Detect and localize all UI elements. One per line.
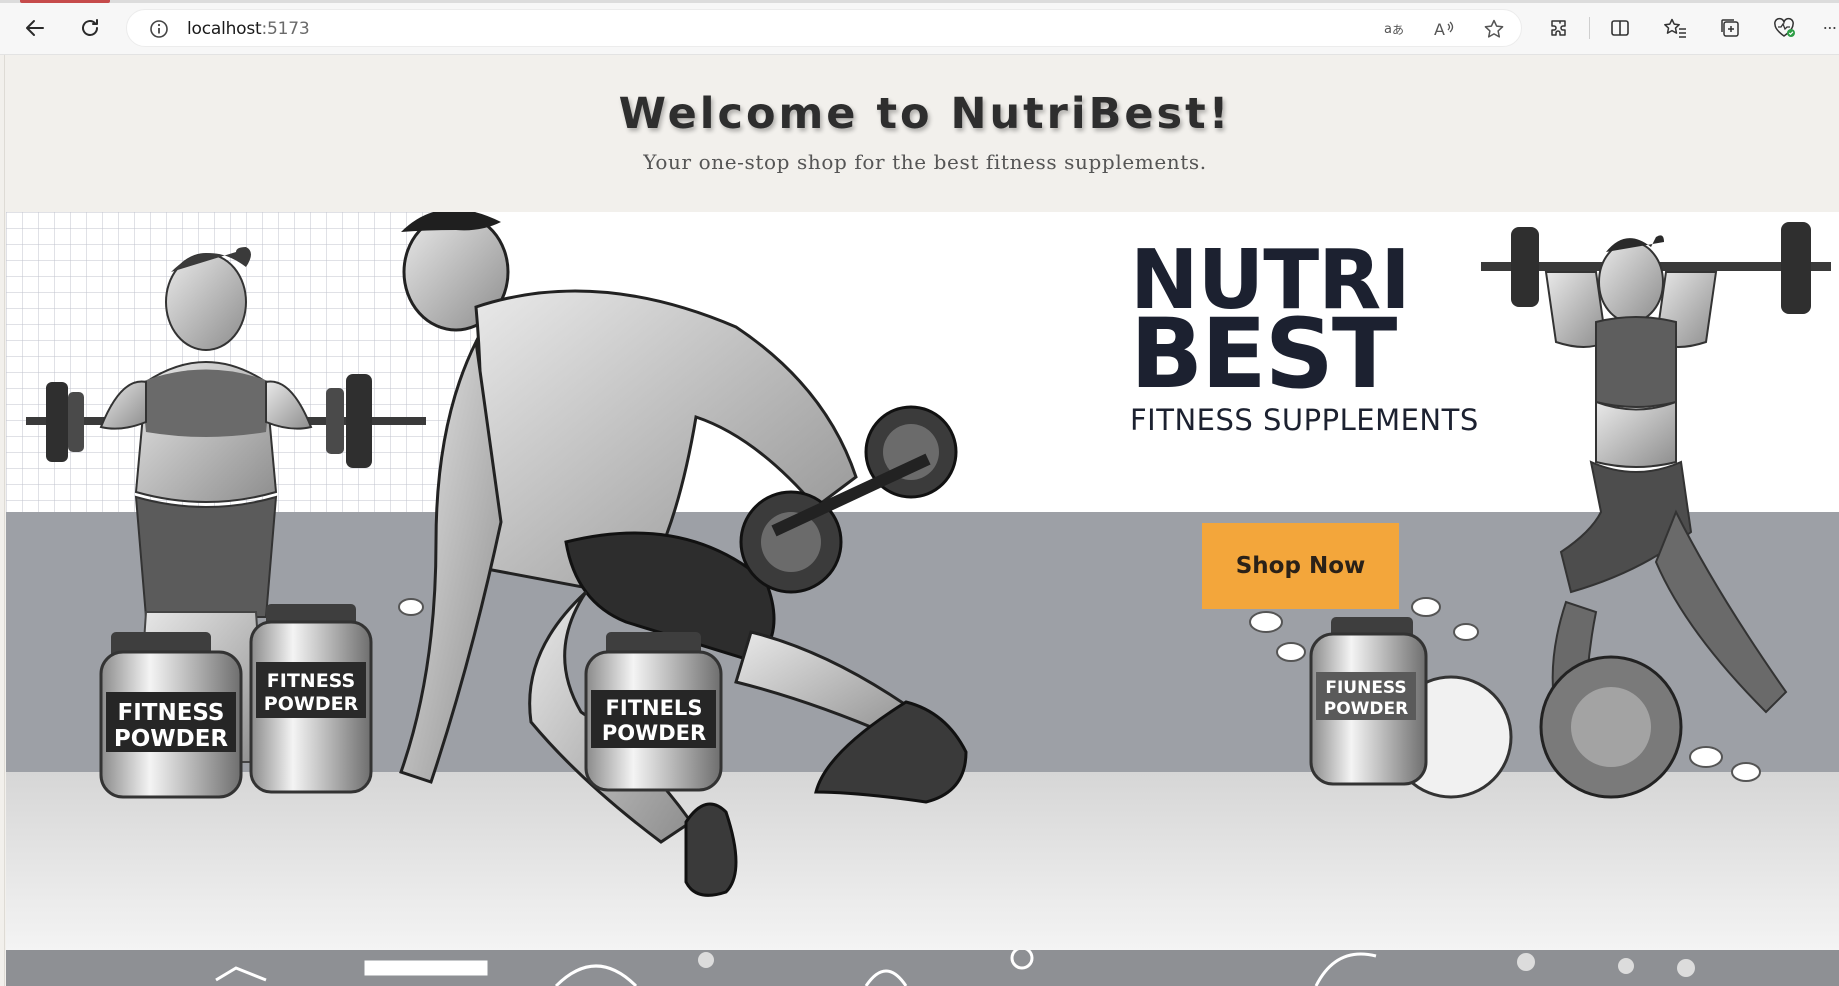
more-menu-icon[interactable] bbox=[1822, 15, 1839, 41]
svg-text:A: A bbox=[1434, 20, 1445, 39]
shop-now-button[interactable]: Shop Now bbox=[1202, 523, 1399, 609]
jar-2-label-line1: FITNESS bbox=[267, 670, 355, 692]
svg-text:あ: あ bbox=[1392, 23, 1404, 37]
active-tab-indicator[interactable] bbox=[20, 0, 110, 3]
url-host: localhost bbox=[187, 19, 262, 39]
page-title: Welcome to NutriBest! bbox=[618, 89, 1232, 139]
url-text[interactable]: localhost:5173 bbox=[187, 19, 310, 39]
favorite-star-icon[interactable] bbox=[1483, 18, 1505, 40]
browser-essentials-icon[interactable] bbox=[1772, 15, 1798, 41]
page-viewport: Welcome to NutriBest! Your one-stop shop… bbox=[0, 55, 1839, 986]
tab-strip bbox=[0, 0, 1839, 3]
protein-jar-1-illustration: FITNESS POWDER bbox=[99, 632, 243, 799]
address-bar[interactable]: localhost:5173 aあ A bbox=[126, 9, 1522, 47]
jar-4-label-line1: FIUNESS bbox=[1325, 678, 1406, 698]
brand-tagline: FITNESS SUPPLEMENTS bbox=[1130, 403, 1479, 437]
protein-jar-2-illustration: FITNESS POWDER bbox=[249, 604, 373, 794]
brand-logo-line2: BEST bbox=[1130, 298, 1397, 410]
back-arrow-icon bbox=[26, 20, 44, 36]
hero-illustration: FITNESS POWDER FITNESS POWDER FITNELS PO… bbox=[6, 212, 1839, 980]
reload-button[interactable] bbox=[72, 10, 108, 46]
extensions-icon[interactable] bbox=[1546, 15, 1572, 41]
jar-4-label-line2: POWDER bbox=[1324, 699, 1408, 719]
protein-jar-3-illustration: FITNELS POWDER bbox=[584, 632, 723, 792]
favorites-icon[interactable] bbox=[1662, 15, 1688, 41]
hero-banner: FITNESS POWDER FITNESS POWDER FITNELS PO… bbox=[6, 212, 1839, 980]
jar-1-label-line2: POWDER bbox=[114, 726, 229, 752]
jar-3-label-line1: FITNELS bbox=[606, 696, 703, 720]
page-subtitle: Your one-stop shop for the best fitness … bbox=[643, 150, 1207, 174]
collections-icon[interactable] bbox=[1717, 15, 1743, 41]
svg-text:a: a bbox=[1384, 22, 1392, 37]
translate-icon[interactable]: aあ bbox=[1383, 18, 1405, 40]
protein-jar-4-illustration: FIUNESS POWDER bbox=[1309, 617, 1428, 786]
browser-toolbar: localhost:5173 aあ A bbox=[0, 0, 1839, 55]
jar-2-label-line2: POWDER bbox=[264, 693, 359, 715]
reload-icon bbox=[82, 19, 98, 36]
jar-1-label-line1: FITNESS bbox=[117, 700, 224, 726]
site-info-icon[interactable] bbox=[149, 19, 169, 39]
next-section-strip bbox=[6, 950, 1839, 986]
back-button[interactable] bbox=[17, 10, 53, 46]
toolbar-divider bbox=[1589, 17, 1590, 39]
page-edge bbox=[4, 55, 5, 986]
split-screen-icon[interactable] bbox=[1607, 15, 1633, 41]
read-aloud-icon[interactable]: A bbox=[1433, 18, 1455, 40]
url-port: :5173 bbox=[261, 19, 310, 39]
jar-3-label-line2: POWDER bbox=[602, 721, 706, 745]
